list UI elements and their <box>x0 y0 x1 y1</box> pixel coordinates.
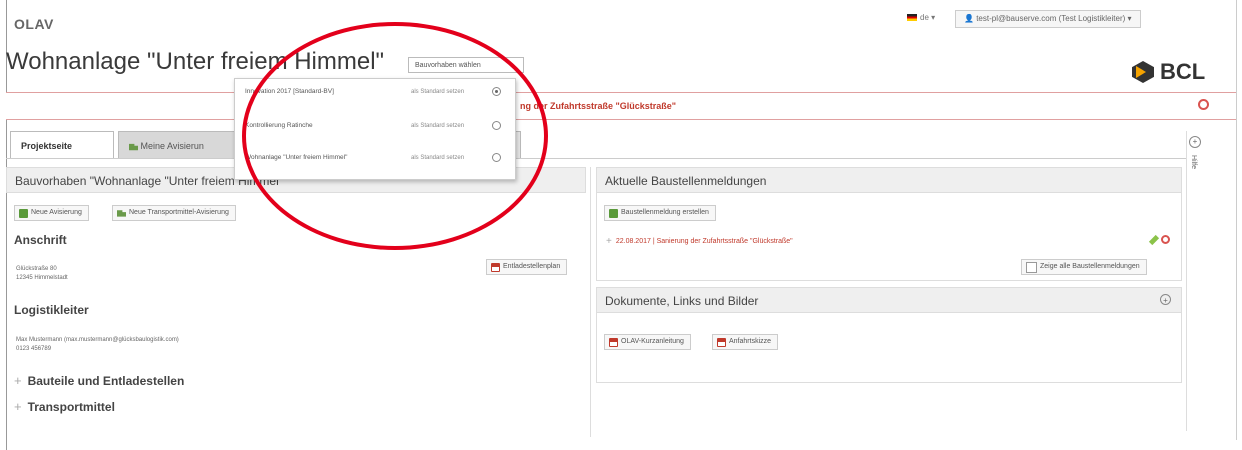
button-label: Baustellenmeldung erstellen <box>621 209 709 216</box>
pdf-icon <box>717 337 726 347</box>
create-news-button[interactable]: Baustellenmeldung erstellen <box>604 205 716 221</box>
address-line2: 12345 Himmelstadt <box>16 275 68 281</box>
help-label[interactable]: Hilfe <box>1190 155 1197 169</box>
unloading-plan-button[interactable]: Entladestellenplan <box>486 259 568 275</box>
pdf-icon <box>609 337 618 347</box>
tab-label: Meine Avisierun <box>140 141 204 151</box>
collapsible-transportmittel[interactable]: + Transportmittel <box>14 399 115 414</box>
news-item[interactable]: + 22.08.2017 | Sanierung der Zufahrtsstr… <box>606 236 793 247</box>
bcl-logo-text: BCL <box>1160 59 1206 84</box>
checkbox-icon <box>1026 261 1037 273</box>
collapse-icon[interactable]: + <box>1160 294 1171 305</box>
new-transport-button[interactable]: Neue Transportmittel-Avisierung <box>112 205 236 221</box>
close-icon[interactable] <box>1198 99 1209 110</box>
user-menu[interactable]: 👤 test-pl@bauserve.com (Test Logistiklei… <box>955 10 1141 28</box>
window-frame-right <box>1236 0 1237 440</box>
news-panel-header: Aktuelle Baustellenmeldungen <box>596 167 1182 193</box>
collapsible-bauteile[interactable]: + Bauteile und Entladestellen <box>14 373 184 388</box>
new-avis-button[interactable]: Neue Avisierung <box>14 205 89 221</box>
tab-projektseite[interactable]: Projektseite <box>10 131 114 159</box>
bcl-mark-icon <box>1132 61 1154 83</box>
address-title: Anschrift <box>14 233 67 247</box>
annotation-circle <box>242 22 548 250</box>
user-icon: 👤 <box>964 14 974 23</box>
olav-logo: OLAV <box>14 16 54 32</box>
german-flag-icon <box>907 14 917 22</box>
logistics-title: Logistikleiter <box>14 303 89 317</box>
logistics-line1: Max Mustermann (max.mustermann@glücksbau… <box>16 337 179 343</box>
address-line1: Glückstraße 80 <box>16 266 57 272</box>
plus-icon: + <box>14 373 22 388</box>
show-all-news-button[interactable]: Zeige alle Baustellenmeldungen <box>1021 259 1147 275</box>
user-label: test-pl@bauserve.com (Test Logistikleite… <box>976 14 1126 23</box>
truck-icon <box>129 143 138 151</box>
file-label: OLAV-Kurzanleitung <box>621 338 684 345</box>
help-side-panel <box>1186 131 1203 431</box>
delete-icon[interactable] <box>1161 235 1170 244</box>
button-label: Zeige alle Baustellenmeldungen <box>1040 263 1140 270</box>
button-label: Entladestellenplan <box>503 263 561 270</box>
add-icon <box>19 208 28 218</box>
file-button[interactable]: OLAV-Kurzanleitung <box>604 334 691 350</box>
column-divider <box>590 167 591 437</box>
truck-icon <box>117 210 126 217</box>
language-selector[interactable]: de ▾ <box>907 13 935 22</box>
add-icon <box>609 208 618 218</box>
pdf-icon <box>491 262 500 272</box>
plus-icon: + <box>14 399 22 414</box>
bcl-logo: BCL <box>1132 59 1205 85</box>
collapsible-label: Bauteile und Entladestellen <box>27 373 185 388</box>
tab-meine-avisierungen[interactable]: Meine Avisierun <box>118 131 238 159</box>
expand-icon[interactable]: + <box>1189 136 1201 148</box>
button-label: Neue Transportmittel-Avisierung <box>129 209 229 216</box>
docs-panel-header: Dokumente, Links und Bilder <box>596 287 1182 313</box>
collapsible-label: Transportmittel <box>27 399 115 414</box>
news-item-text: 22.08.2017 | Sanierung der Zufahrtsstraß… <box>615 238 793 245</box>
language-label: de <box>920 13 929 22</box>
logistics-line2: 0123 456789 <box>16 346 52 352</box>
file-label: Anfahrtskizze <box>729 338 772 345</box>
tab-divider <box>6 158 1186 159</box>
file-button[interactable]: Anfahrtskizze <box>712 334 779 350</box>
button-label: Neue Avisierung <box>31 209 82 216</box>
plus-icon: + <box>606 236 612 247</box>
